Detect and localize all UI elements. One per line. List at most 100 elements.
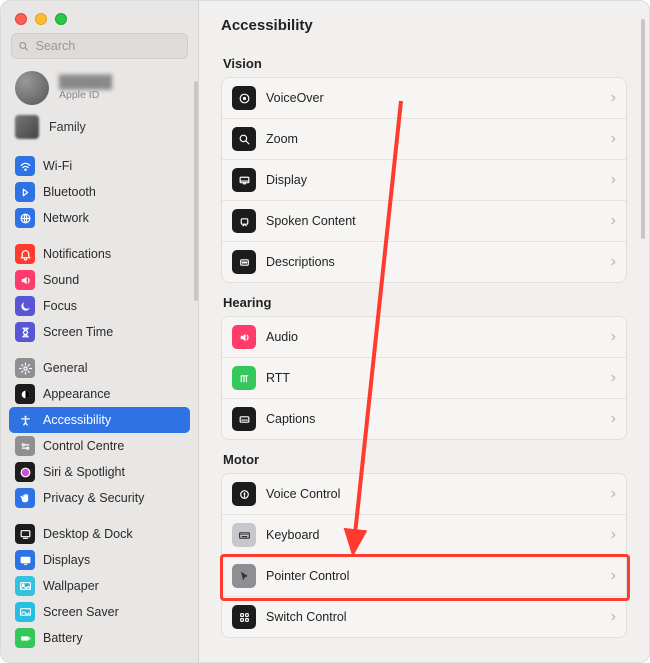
sidebar-item-screen-time[interactable]: Screen Time <box>9 319 190 345</box>
row-voice-control[interactable]: Voice Control› <box>222 474 626 515</box>
vc-icon <box>232 482 256 506</box>
sidebar-item-label: Displays <box>43 553 90 567</box>
chevron-right-icon: › <box>611 485 616 503</box>
sidebar-item-privacy-security[interactable]: Privacy & Security <box>9 485 190 511</box>
batt-icon <box>15 628 35 648</box>
search-field[interactable] <box>36 39 181 53</box>
vo-icon <box>232 86 256 110</box>
row-keyboard[interactable]: Keyboard› <box>222 515 626 556</box>
ss-icon <box>15 602 35 622</box>
row-captions[interactable]: Captions› <box>222 399 626 439</box>
sidebar-item-control-centre[interactable]: Control Centre <box>9 433 190 459</box>
sidebar-item-general[interactable]: General <box>9 355 190 381</box>
wall-icon <box>15 576 35 596</box>
close-icon[interactable] <box>15 13 27 25</box>
sidebar-item-label: Siri & Spotlight <box>43 465 125 479</box>
row-switch-control[interactable]: Switch Control› <box>222 597 626 637</box>
sidebar-item-network[interactable]: Network <box>9 205 190 231</box>
disp2-icon <box>232 168 256 192</box>
cap-icon <box>232 407 256 431</box>
sidebar-item-wallpaper[interactable]: Wallpaper <box>9 573 190 599</box>
sidebar-item-siri-spotlight[interactable]: Siri & Spotlight <box>9 459 190 485</box>
search-icon <box>18 40 30 53</box>
sidebar-item-sound[interactable]: Sound <box>9 267 190 293</box>
apple-id-profile[interactable]: ██████ Apple ID <box>9 67 190 109</box>
sidebar-item-label: Notifications <box>43 247 111 261</box>
disp-icon <box>15 550 35 570</box>
desc-icon <box>232 250 256 274</box>
kb-icon <box>232 523 256 547</box>
sidebar-item-label: Wi-Fi <box>43 159 72 173</box>
section-title-hearing: Hearing <box>223 295 625 310</box>
avatar <box>15 71 49 105</box>
rtt-icon <box>232 366 256 390</box>
sidebar-item-battery[interactable]: Battery <box>9 625 190 651</box>
sidebar-item-bluetooth[interactable]: Bluetooth <box>9 179 190 205</box>
page-title: Accessibility <box>199 1 649 44</box>
sound-icon <box>15 270 35 290</box>
row-descriptions[interactable]: Descriptions› <box>222 242 626 282</box>
sidebar-item-label: Focus <box>43 299 77 313</box>
ptr-icon <box>232 564 256 588</box>
chevron-right-icon: › <box>611 567 616 585</box>
content-scrollbar[interactable] <box>641 19 645 239</box>
row-label: Pointer Control <box>266 569 611 583</box>
sidebar-item-label: Family <box>49 120 86 134</box>
group-hearing: Audio›RTT›Captions› <box>221 316 627 440</box>
chevron-right-icon: › <box>611 89 616 107</box>
row-label: Audio <box>266 330 611 344</box>
sidebar-item-wi-fi[interactable]: Wi-Fi <box>9 153 190 179</box>
sidebar-item-label: Desktop & Dock <box>43 527 133 541</box>
sidebar-item-displays[interactable]: Displays <box>9 547 190 573</box>
content-pane: Accessibility VisionVoiceOver›Zoom›Displ… <box>199 1 649 662</box>
row-display[interactable]: Display› <box>222 160 626 201</box>
section-title-motor: Motor <box>223 452 625 467</box>
bt-icon <box>15 182 35 202</box>
sidebar: ██████ Apple ID Family Wi-Fi Bluetooth Net… <box>1 1 199 662</box>
sidebar-item-label: General <box>43 361 87 375</box>
window-controls <box>1 1 198 33</box>
row-label: Voice Control <box>266 487 611 501</box>
sidebar-item-family[interactable]: Family <box>9 111 190 143</box>
chevron-right-icon: › <box>611 369 616 387</box>
row-voiceover[interactable]: VoiceOver› <box>222 78 626 119</box>
sidebar-item-label: Wallpaper <box>43 579 99 593</box>
minimize-icon[interactable] <box>35 13 47 25</box>
section-title-vision: Vision <box>223 56 625 71</box>
row-label: Switch Control <box>266 610 611 624</box>
row-audio[interactable]: Audio› <box>222 317 626 358</box>
hourglass-icon <box>15 322 35 342</box>
sidebar-item-label: Battery <box>43 631 83 645</box>
dock-icon <box>15 524 35 544</box>
row-pointer-control[interactable]: Pointer Control› <box>222 556 626 597</box>
sidebar-scrollbar[interactable] <box>194 81 198 301</box>
sidebar-item-label: Network <box>43 211 89 225</box>
sidebar-item-notifications[interactable]: Notifications <box>9 241 190 267</box>
siri-icon <box>15 462 35 482</box>
audio-icon <box>232 325 256 349</box>
sidebar-item-accessibility[interactable]: Accessibility <box>9 407 190 433</box>
row-spoken-content[interactable]: Spoken Content› <box>222 201 626 242</box>
family-icon <box>15 115 39 139</box>
group-vision: VoiceOver›Zoom›Display›Spoken Content›De… <box>221 77 627 283</box>
bell-icon <box>15 244 35 264</box>
sidebar-item-label: Sound <box>43 273 79 287</box>
search-input[interactable] <box>11 33 188 59</box>
sidebar-item-screen-saver[interactable]: Screen Saver <box>9 599 190 625</box>
sidebar-item-appearance[interactable]: Appearance <box>9 381 190 407</box>
spoken-icon <box>232 209 256 233</box>
appear-icon <box>15 384 35 404</box>
row-rtt[interactable]: RTT› <box>222 358 626 399</box>
chevron-right-icon: › <box>611 171 616 189</box>
sidebar-item-focus[interactable]: Focus <box>9 293 190 319</box>
chevron-right-icon: › <box>611 328 616 346</box>
wifi-icon <box>15 156 35 176</box>
group-motor: Voice Control›Keyboard›Pointer Control›S… <box>221 473 627 638</box>
maximize-icon[interactable] <box>55 13 67 25</box>
sidebar-item-desktop-dock[interactable]: Desktop & Dock <box>9 521 190 547</box>
chevron-right-icon: › <box>611 212 616 230</box>
sidebar-item-label: Bluetooth <box>43 185 96 199</box>
profile-subtitle: Apple ID <box>59 89 112 101</box>
row-label: Zoom <box>266 132 611 146</box>
row-zoom[interactable]: Zoom› <box>222 119 626 160</box>
